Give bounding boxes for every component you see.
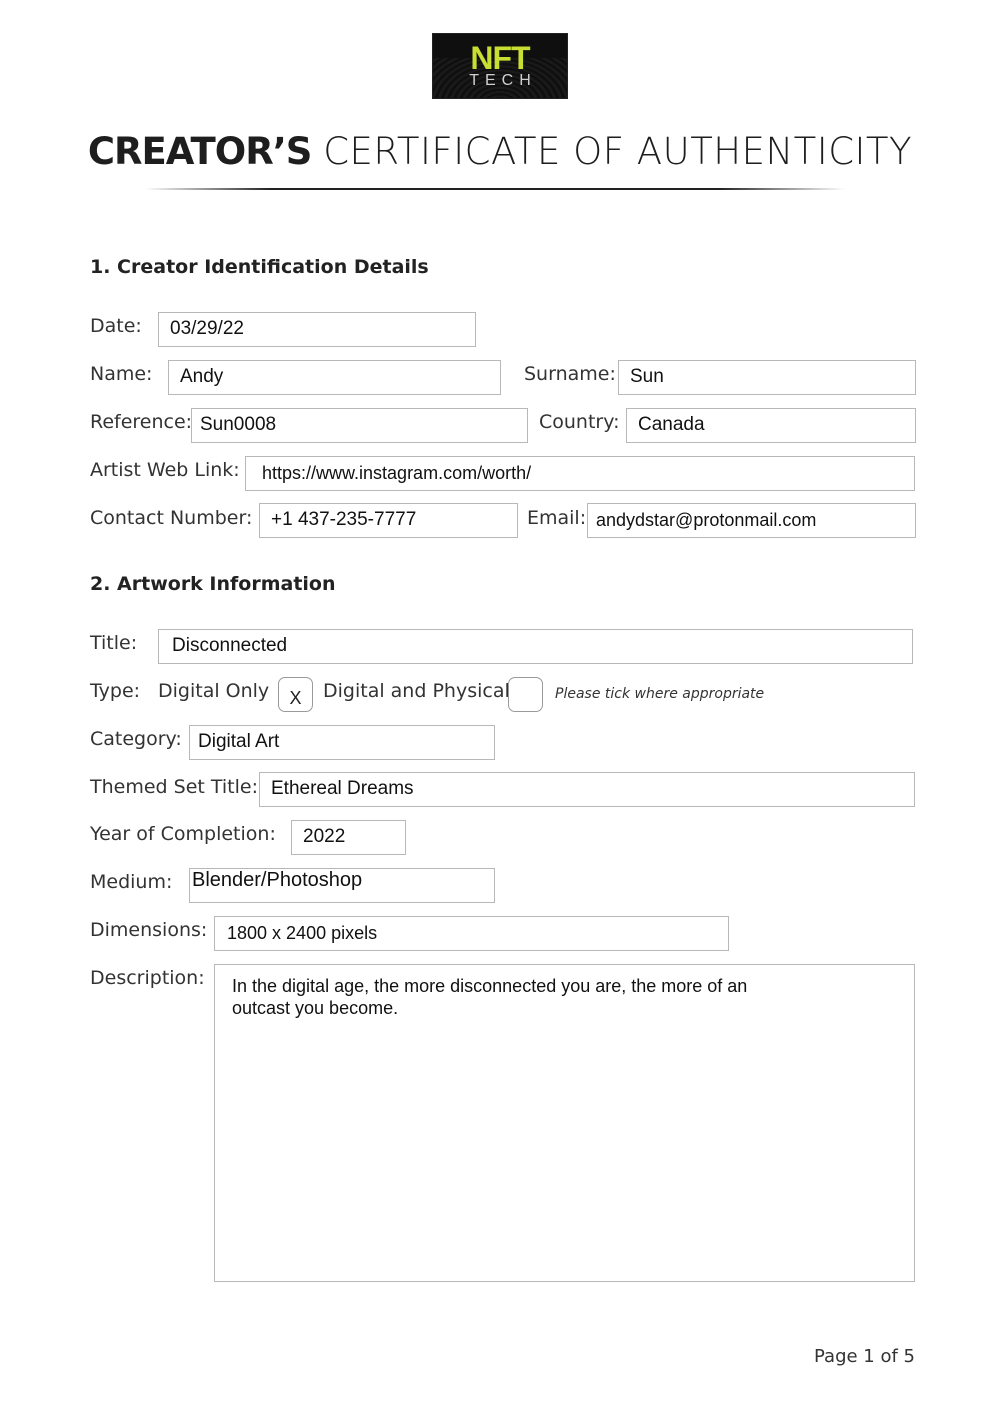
- year-field[interactable]: 2022: [291, 820, 406, 855]
- contact-number-label: Contact Number:: [90, 507, 253, 529]
- name-field[interactable]: Andy: [168, 360, 501, 395]
- type-option-digital-only-label: Digital Only: [158, 680, 270, 702]
- title-light: CERTIFICATE OF AUTHENTICITY: [323, 130, 913, 173]
- medium-field[interactable]: Blender/Photoshop: [189, 868, 495, 903]
- title-label: Title:: [90, 632, 138, 654]
- country-field[interactable]: Canada: [626, 408, 916, 443]
- web-link-label: Artist Web Link:: [90, 459, 240, 481]
- artwork-title-field[interactable]: Disconnected: [158, 629, 913, 664]
- nft-tech-logo: NFT TECH: [432, 33, 568, 99]
- year-label: Year of Completion:: [90, 823, 276, 845]
- type-hint: Please tick where appropriate: [555, 686, 765, 702]
- date-label: Date:: [90, 315, 142, 337]
- email-label: Email:: [527, 507, 587, 529]
- reference-label: Reference:: [90, 411, 193, 433]
- title-divider: [145, 188, 845, 190]
- logo-text-main: NFT: [470, 40, 530, 76]
- category-field[interactable]: Digital Art: [189, 725, 495, 760]
- title-bold: CREATOR’S: [87, 130, 313, 173]
- description-text: In the digital age, the more disconnecte…: [232, 976, 748, 1018]
- dimensions-field[interactable]: 1800 x 2400 pixels: [214, 916, 729, 951]
- surname-label: Surname:: [524, 363, 616, 385]
- certificate-title: CREATOR’S CERTIFICATE OF AUTHENTICITY: [0, 128, 1000, 176]
- section-heading-artwork: 2. Artwork Information: [90, 573, 336, 595]
- themed-set-label: Themed Set Title:: [90, 776, 258, 798]
- dimensions-label: Dimensions:: [90, 919, 208, 941]
- reference-field[interactable]: Sun0008: [191, 408, 528, 443]
- digital-only-checkbox[interactable]: X: [278, 677, 313, 712]
- email-field[interactable]: andydstar@protonmail.com: [587, 503, 916, 538]
- web-link-field[interactable]: https://www.instagram.com/worth/: [245, 456, 915, 491]
- surname-field[interactable]: Sun: [618, 360, 916, 395]
- country-label: Country:: [539, 411, 620, 433]
- description-label: Description:: [90, 967, 205, 989]
- description-textarea[interactable]: In the digital age, the more disconnecte…: [214, 964, 915, 1282]
- date-field[interactable]: 03/29/22: [158, 312, 476, 347]
- medium-label: Medium:: [90, 871, 173, 893]
- type-option-digital-physical-label: Digital and Physical: [323, 680, 510, 702]
- type-label: Type:: [90, 680, 141, 702]
- logo-text-sub: TECH: [469, 72, 537, 89]
- contact-number-field[interactable]: +1 437-235-7777: [259, 503, 518, 538]
- section-heading-creator: 1. Creator Identification Details: [90, 256, 429, 278]
- digital-physical-checkbox[interactable]: [508, 677, 543, 712]
- category-label: Category:: [90, 728, 182, 750]
- page-indicator: Page 1 of 5: [814, 1346, 915, 1367]
- name-label: Name:: [90, 363, 153, 385]
- themed-set-field[interactable]: Ethereal Dreams: [259, 772, 915, 807]
